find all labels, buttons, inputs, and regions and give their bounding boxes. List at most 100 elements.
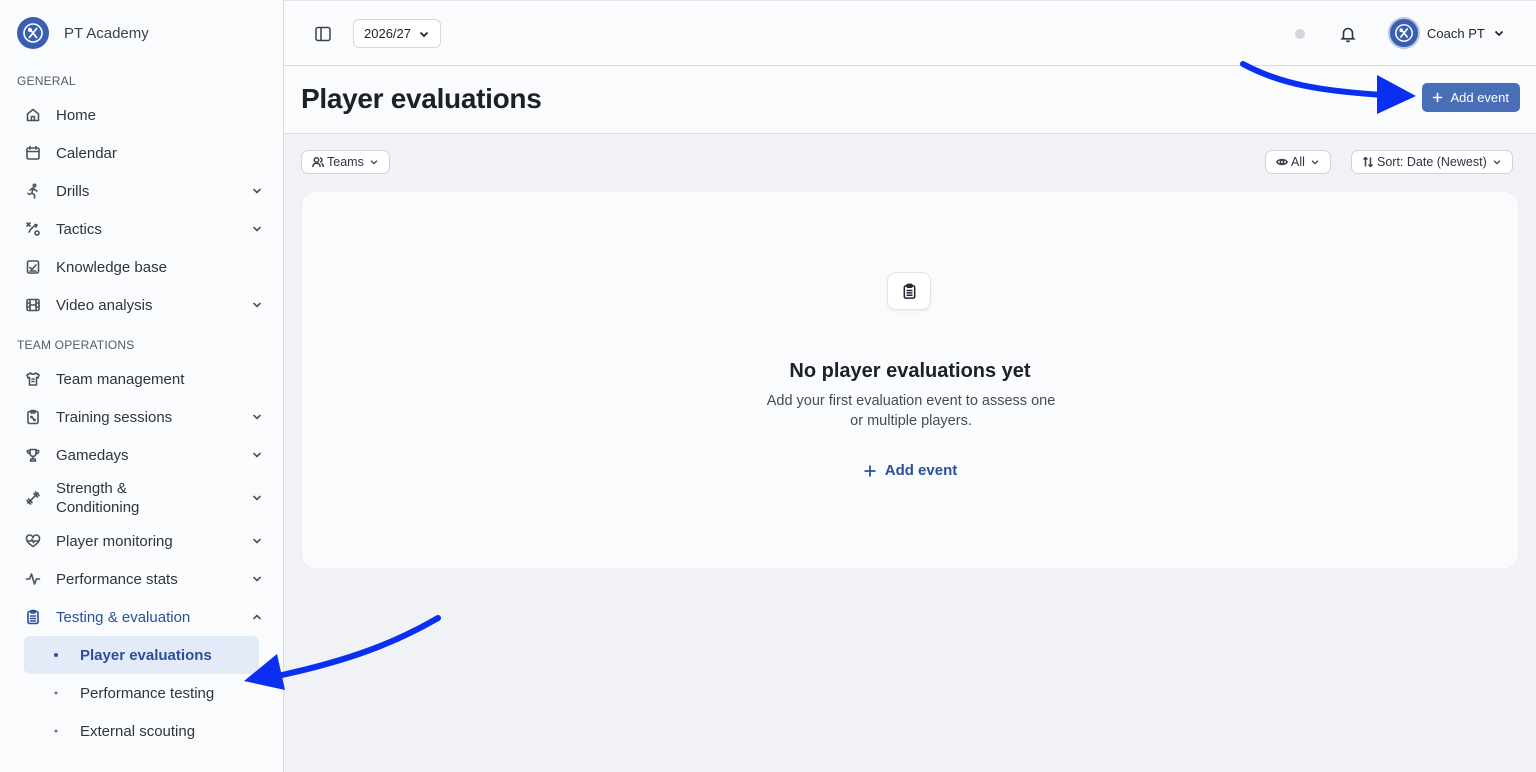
sidebar-item-gamedays[interactable]: Gamedays <box>0 436 283 474</box>
sidebar-item-label: Calendar <box>56 144 117 162</box>
sidebar-item-label: Tactics <box>56 220 102 238</box>
user-menu[interactable]: Coach PT <box>1388 17 1505 49</box>
sidebar-item-team-management[interactable]: Team management <box>0 360 283 398</box>
sidebar-subitem-label: Player evaluations <box>80 646 212 664</box>
nav-list: Team management Training sessions Gamedays… <box>0 360 283 750</box>
sidebar: PT Academy GENERAL Home Calendar Drills Tact… <box>0 0 284 772</box>
chevron-up-icon <box>251 611 263 623</box>
sidebar-item-knowledge-base[interactable]: Knowledge base <box>0 248 283 286</box>
topbar: 2026/27 Coach PT <box>284 0 1536 66</box>
tactics-icon <box>25 221 41 237</box>
sort-dropdown[interactable]: Sort: Date (Newest) <box>1351 150 1513 174</box>
chevron-down-icon <box>251 223 263 235</box>
eye-icon <box>1276 158 1288 166</box>
chevron-down-icon <box>1311 160 1319 165</box>
sidebar-subitem-player-evaluations[interactable]: Player evaluations <box>24 636 259 674</box>
nav-list: Home Calendar Drills Tactics Knowledge base V… <box>0 96 283 324</box>
sidebar-item-label: Training sessions <box>56 408 173 426</box>
section-label-general: GENERAL <box>17 74 76 88</box>
calendar-icon <box>25 145 41 161</box>
add-event-button[interactable]: Add event <box>1422 83 1520 112</box>
chevron-down-icon <box>251 573 263 585</box>
empty-add-event-button[interactable]: Add event <box>863 462 958 479</box>
heart-pulse-icon <box>25 533 41 549</box>
sidebar-item-testing-and-evaluation[interactable]: Testing & evaluation <box>0 598 283 636</box>
sidebar-item-home[interactable]: Home <box>0 96 283 134</box>
sidebar-item-label: Team management <box>56 370 185 388</box>
bullet-dot <box>54 691 58 695</box>
plus-icon <box>1433 92 1443 103</box>
activity-icon <box>25 571 41 587</box>
sidebar-item-calendar[interactable]: Calendar <box>0 134 283 172</box>
chevron-down-icon <box>251 449 263 461</box>
running-icon <box>25 183 41 199</box>
sidebar-item-training-sessions[interactable]: Training sessions <box>0 398 283 436</box>
sidebar-item-label: Strength & Conditioning <box>56 480 140 516</box>
empty-add-event-label: Add event <box>884 462 958 479</box>
teams-filter-label: Teams <box>327 155 364 169</box>
film-icon <box>25 297 41 313</box>
sidebar-item-label: Gamedays <box>56 446 129 464</box>
teams-filter[interactable]: Teams <box>301 150 390 174</box>
sidebar-item-label: Home <box>56 106 97 124</box>
sidebar-item-player-monitoring[interactable]: Player monitoring <box>0 522 283 560</box>
chevron-down-icon <box>1493 160 1501 165</box>
sidebar-item-label: Knowledge base <box>56 258 167 276</box>
sidebar-item-drills[interactable]: Drills <box>0 172 283 210</box>
dumbbell-icon <box>25 490 41 506</box>
chevron-down-icon <box>251 535 263 547</box>
chevron-down-icon <box>251 411 263 423</box>
status-indicator <box>1295 29 1305 39</box>
sidebar-subitem-external-scouting[interactable]: External scouting <box>24 712 259 750</box>
sidebar-item-label: Video analysis <box>56 296 153 314</box>
visibility-filter-label: All <box>1291 155 1305 169</box>
clipboard-board-icon <box>25 409 41 425</box>
sidebar-item-tactics[interactable]: Tactics <box>0 210 283 248</box>
chevron-down-icon <box>251 185 263 197</box>
sidebar-subitem-label: External scouting <box>80 722 196 740</box>
sidebar-subitem-performance-testing[interactable]: Performance testing <box>24 674 259 712</box>
sidebar-item-label: Testing & evaluation <box>56 608 191 626</box>
plus-icon <box>864 465 876 476</box>
bullet-dot <box>54 653 58 657</box>
trophy-icon <box>25 447 41 463</box>
home-icon <box>25 107 41 123</box>
brand[interactable]: PT Academy <box>0 0 283 66</box>
brand-name: PT Academy <box>64 24 149 42</box>
chevron-down-icon <box>251 492 263 504</box>
sidebar-item-strength-and-conditioning[interactable]: Strength & Conditioning <box>0 474 283 522</box>
section-label-team-operations: TEAM OPERATIONS <box>17 338 135 352</box>
sort-arrows-icon <box>1362 156 1374 168</box>
clipboard-list-icon <box>887 272 931 310</box>
chevron-down-icon <box>370 160 378 165</box>
sidebar-item-label: Player monitoring <box>56 532 173 550</box>
empty-state-description: Add your first evaluation event to asses… <box>766 393 1056 429</box>
chevron-down-icon <box>1494 30 1503 37</box>
add-event-label: Add event <box>1450 90 1509 105</box>
users-icon <box>312 157 324 168</box>
sidebar-item-video-analysis[interactable]: Video analysis <box>0 286 283 324</box>
clipboard-list-icon <box>25 609 41 625</box>
season-label: 2026/27 <box>364 26 411 41</box>
page-title: Player evaluations <box>301 83 542 114</box>
chevron-down-icon <box>419 31 429 37</box>
user-name: Coach PT <box>1427 25 1485 41</box>
page-header: Player evaluations Add event <box>284 66 1536 134</box>
sidebar-item-label: Drills <box>56 182 90 200</box>
bullet-dot <box>54 729 58 733</box>
empty-state-card: No player evaluations yet Add your first… <box>301 191 1519 569</box>
avatar <box>1388 17 1420 49</box>
visibility-filter[interactable]: All <box>1265 150 1331 174</box>
sidebar-item-performance-stats[interactable]: Performance stats <box>0 560 283 598</box>
chevron-down-icon <box>251 299 263 311</box>
academy-logo-icon <box>17 17 49 49</box>
sidebar-item-label: Performance stats <box>56 570 178 588</box>
notifications-bell-icon[interactable] <box>1339 25 1357 43</box>
season-selector[interactable]: 2026/27 <box>353 19 441 48</box>
sidebar-subitem-label: Performance testing <box>80 684 215 702</box>
sort-dropdown-label: Sort: Date (Newest) <box>1377 155 1487 169</box>
sidebar-toggle-icon[interactable] <box>314 25 332 43</box>
empty-state-title: No player evaluations yet <box>789 360 1031 382</box>
checklist-icon <box>25 259 41 275</box>
sub-nav-list: Player evaluations Performance testing Ext… <box>0 636 283 750</box>
